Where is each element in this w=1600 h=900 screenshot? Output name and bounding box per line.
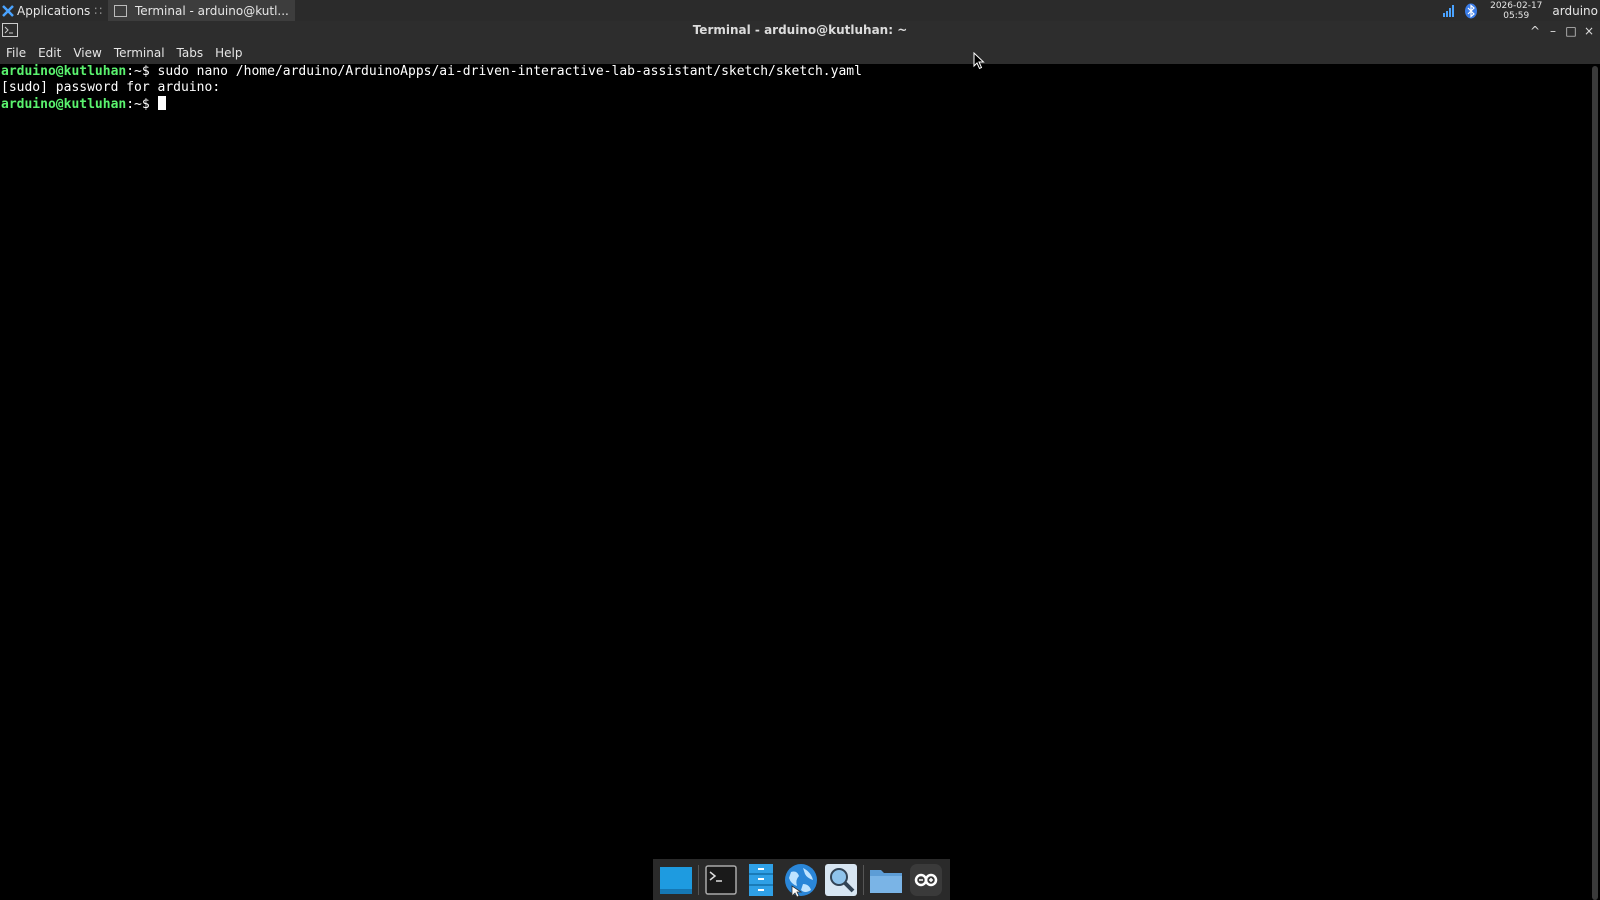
- app-finder-icon[interactable]: [823, 862, 859, 898]
- prompt-suffix: :~$: [126, 97, 150, 112]
- menu-bar: File Edit View Terminal Tabs Help: [0, 41, 1600, 64]
- prompt-user: arduino@kutluhan: [1, 97, 127, 112]
- applications-label: Applications: [17, 3, 91, 18]
- command-text: sudo nano /home/arduino/ArduinoApps/ai-d…: [149, 64, 862, 79]
- terminal-line: arduino@kutluhan:~$: [0, 96, 1590, 112]
- maximize-button[interactable]: □: [1562, 24, 1580, 38]
- menu-terminal[interactable]: Terminal: [108, 46, 171, 60]
- top-panel: Applications ∷ Terminal - arduino@kutl..…: [0, 0, 1600, 21]
- user-menu[interactable]: arduino: [1552, 4, 1598, 18]
- window-titlebar[interactable]: Terminal - arduino@kutluhan: ~ ^ – □ ×: [0, 21, 1600, 41]
- clock-time: 05:59: [1503, 10, 1530, 21]
- xfce-logo-icon: [2, 4, 14, 17]
- menu-help[interactable]: Help: [209, 46, 248, 60]
- taskbar-item-terminal[interactable]: Terminal - arduino@kutl...: [107, 0, 295, 21]
- minimize-button[interactable]: –: [1544, 24, 1562, 38]
- menu-file[interactable]: File: [0, 46, 32, 60]
- applications-menu[interactable]: Applications ∷: [0, 0, 106, 21]
- bluetooth-icon[interactable]: [1464, 3, 1478, 19]
- mouse-pointer-icon: [973, 52, 985, 70]
- folder-icon[interactable]: [868, 862, 904, 898]
- arduino-app-lab-icon[interactable]: [908, 862, 944, 898]
- dock-separator: [698, 864, 699, 895]
- prompt-user: arduino@kutluhan: [1, 64, 127, 79]
- shade-button[interactable]: ^: [1526, 24, 1544, 38]
- dock-separator: [863, 864, 864, 895]
- web-browser-icon[interactable]: [783, 862, 819, 898]
- clock[interactable]: 2026-02-17 05:59: [1490, 1, 1542, 21]
- menu-view[interactable]: View: [67, 46, 107, 60]
- taskbar-item-label: Terminal - arduino@kutl...: [134, 3, 289, 18]
- clock-date: 2026-02-17: [1490, 0, 1543, 11]
- terminal-line: [sudo] password for arduino:: [0, 80, 1590, 96]
- terminal-line: arduino@kutluhan:~$ sudo nano /home/ardu…: [0, 64, 1590, 80]
- terminal-output[interactable]: arduino@kutluhan:~$ sudo nano /home/ardu…: [0, 64, 1590, 900]
- close-button[interactable]: ×: [1580, 24, 1598, 38]
- sudo-prompt: [sudo] password for arduino:: [1, 80, 221, 95]
- terminal-icon[interactable]: [703, 862, 739, 898]
- terminal-icon: [113, 4, 127, 17]
- file-manager-icon[interactable]: [743, 862, 779, 898]
- menu-edit[interactable]: Edit: [32, 46, 67, 60]
- dock: [653, 859, 950, 900]
- applications-separator: ∷: [94, 3, 102, 18]
- text-cursor: [157, 96, 166, 110]
- show-desktop-icon[interactable]: [658, 862, 694, 898]
- network-signal-icon[interactable]: [1442, 4, 1456, 17]
- prompt-suffix: :~$: [126, 64, 150, 79]
- menu-tabs[interactable]: Tabs: [171, 46, 210, 60]
- scrollbar[interactable]: [1592, 66, 1598, 900]
- window-title: Terminal - arduino@kutluhan: ~: [692, 23, 908, 37]
